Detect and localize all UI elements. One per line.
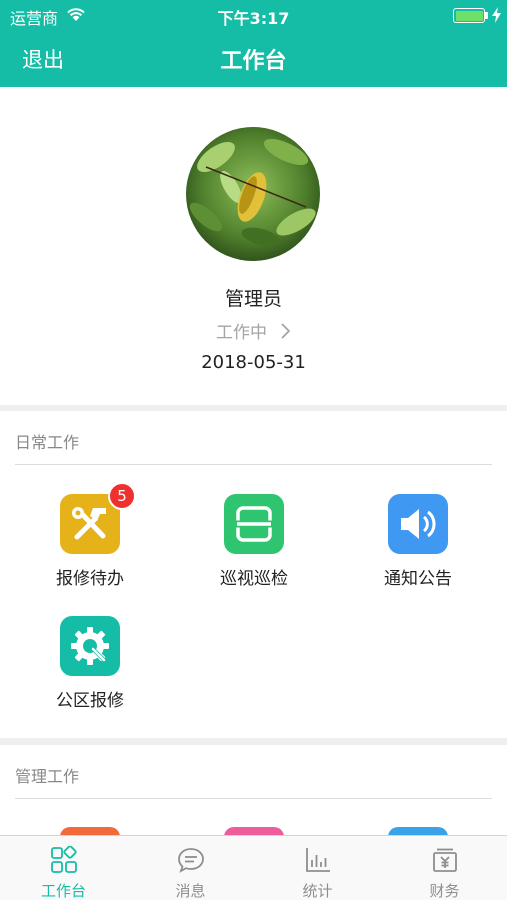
header: 运营商 下午3:17 退出 工作台 bbox=[0, 0, 507, 87]
notification-badge: 5 bbox=[108, 482, 136, 510]
tab-label: 统计 bbox=[302, 882, 333, 900]
tab-finance[interactable]: 财务 bbox=[381, 836, 507, 900]
tile-patrol-inspection[interactable]: 巡视巡检 bbox=[189, 494, 319, 594]
section-title: 日常工作 bbox=[15, 433, 80, 452]
tile-repair-todo[interactable]: 5 报修待办 bbox=[25, 482, 155, 594]
battery-tip bbox=[485, 12, 488, 19]
tile-label: 报修待办 bbox=[56, 569, 124, 589]
current-date: 2018-05-31 bbox=[201, 352, 306, 373]
status-bar: 运营商 下午3:17 bbox=[0, 0, 507, 30]
chevron-right-icon bbox=[281, 323, 291, 339]
avatar-photo bbox=[186, 127, 320, 261]
tile-label: 巡视巡检 bbox=[220, 569, 288, 589]
profile-card: 管理员 工作中 2018-05-31 bbox=[0, 87, 507, 405]
tab-bar: 工作台 消息 统计 财务 bbox=[0, 835, 507, 900]
page-title: 工作台 bbox=[220, 49, 287, 74]
tile-label: 公区报修 bbox=[56, 691, 124, 711]
tab-label: 工作台 bbox=[40, 882, 86, 900]
divider bbox=[15, 464, 492, 465]
tile-public-repair[interactable]: 公区报修 bbox=[25, 616, 155, 716]
message-icon bbox=[178, 848, 204, 873]
management-tile-3[interactable] bbox=[388, 827, 448, 835]
speaker-icon bbox=[388, 494, 448, 554]
tab-label: 财务 bbox=[429, 882, 460, 900]
tile-notice[interactable]: 通知公告 bbox=[353, 494, 483, 594]
chart-icon bbox=[306, 848, 330, 872]
divider bbox=[15, 798, 492, 799]
daily-work-section: 日常工作 5 报修待办 巡视巡检 通知公告 公区报修 bbox=[0, 411, 507, 738]
management-tile-1[interactable] bbox=[60, 827, 120, 835]
scan-icon bbox=[224, 494, 284, 554]
logout-button[interactable]: 退出 bbox=[22, 44, 64, 74]
status-time: 下午3:17 bbox=[217, 9, 290, 28]
tab-statistics[interactable]: 统计 bbox=[254, 836, 381, 900]
battery-icon bbox=[453, 8, 485, 23]
tab-messages[interactable]: 消息 bbox=[127, 836, 254, 900]
avatar[interactable] bbox=[186, 127, 320, 261]
tile-label: 通知公告 bbox=[384, 569, 452, 589]
management-work-section: 管理工作 bbox=[0, 745, 507, 835]
tab-label: 消息 bbox=[175, 882, 206, 900]
finance-icon bbox=[433, 848, 457, 872]
tab-workbench[interactable]: 工作台 bbox=[0, 836, 127, 900]
charging-bolt-icon bbox=[492, 7, 501, 23]
section-title: 管理工作 bbox=[15, 767, 80, 786]
user-name: 管理员 bbox=[224, 288, 282, 310]
work-status-label: 工作中 bbox=[216, 323, 267, 343]
work-status-button[interactable]: 工作中 bbox=[0, 318, 507, 343]
battery-fill bbox=[455, 10, 483, 21]
grid-icon bbox=[51, 846, 77, 873]
management-tile-2[interactable] bbox=[224, 827, 284, 835]
gear-wrench-icon bbox=[60, 616, 120, 676]
